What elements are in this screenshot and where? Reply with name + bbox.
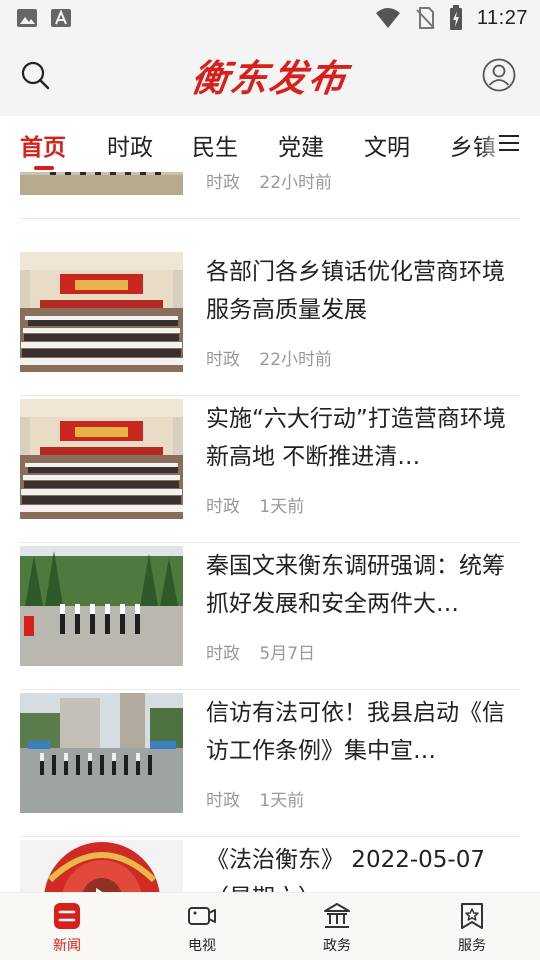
user-avatar-icon[interactable] <box>482 58 516 92</box>
category-tabs: 首页 时政 民生 党建 文明 乡镇 <box>0 116 540 172</box>
news-tag: 时政 <box>206 350 240 370</box>
news-tag: 时政 <box>206 497 240 517</box>
no-sim-icon <box>416 7 435 29</box>
news-title: 各部门各乡镇话优化营商环境 服务高质量发展 <box>206 259 505 323</box>
news-tag: 时政 <box>206 173 240 193</box>
outdoor-group-photo <box>20 546 183 666</box>
news-meta: 时政 5月7日 <box>206 639 315 664</box>
news-meta: 时政 22小时前 <box>206 345 332 370</box>
news-item[interactable]: 《法治衡东》 2022-05-07（星期六） <box>20 837 520 892</box>
status-right-icons: 11:27 <box>375 5 528 31</box>
meeting-hall-photo <box>20 399 183 519</box>
service-icon <box>461 903 483 929</box>
divider <box>20 218 520 219</box>
tab-livelihood[interactable]: 民生 <box>192 128 238 162</box>
nav-tv-label: 电视 <box>188 938 216 954</box>
news-time: 1天前 <box>259 497 305 517</box>
news-title: 秦国文来衡东调研强调：统筹抓好发展和安全两件大… <box>206 553 505 617</box>
brand-logo: 衡东发布 <box>183 49 357 101</box>
news-meta: 时政 1天前 <box>206 492 304 517</box>
nav-government-label: 政务 <box>323 938 351 954</box>
menu-icon[interactable] <box>498 134 520 152</box>
active-tab-indicator <box>34 166 54 170</box>
tab-party-building[interactable]: 党建 <box>278 128 324 162</box>
a-font-icon <box>51 9 71 27</box>
news-thumbnail <box>20 172 183 195</box>
nav-news[interactable]: 新闻 <box>27 901 107 955</box>
tab-home[interactable]: 首页 <box>20 128 66 162</box>
nav-service[interactable]: 服务 <box>432 901 512 955</box>
bottom-nav: 新闻 电视 政务 服务 <box>0 892 540 960</box>
tab-civilization[interactable]: 文明 <box>364 128 410 162</box>
news-time: 1天前 <box>259 791 305 811</box>
news-tag: 时政 <box>206 644 240 664</box>
news-thumbnail <box>20 546 183 666</box>
wifi-icon <box>375 8 400 28</box>
nav-tv[interactable]: 电视 <box>162 901 242 955</box>
news-time: 22小时前 <box>259 350 333 370</box>
video-emblem-photo <box>20 840 183 892</box>
news-item[interactable]: 各部门各乡镇话优化营商环境 服务高质量发展 时政 22小时前 <box>20 249 520 396</box>
tv-icon <box>188 907 216 925</box>
news-meta: 时政 22小时前 <box>206 172 332 193</box>
status-time: 11:27 <box>476 6 528 29</box>
news-tag: 时政 <box>206 791 240 811</box>
news-item[interactable]: 秦国文来衡东调研强调：统筹抓好发展和安全两件大… 时政 5月7日 <box>20 543 520 690</box>
outdoor-group-photo <box>20 172 183 195</box>
news-thumbnail <box>20 399 183 519</box>
news-title: 信访有法可依！我县启动《信访工作条例》集中宣… <box>206 700 505 764</box>
news-item[interactable]: 实施“六大行动”打造营商环境新高地 不断推进清… 时政 1天前 <box>20 396 520 543</box>
status-left-icons <box>16 8 72 28</box>
government-icon <box>324 903 350 928</box>
search-icon[interactable] <box>20 60 50 90</box>
news-list: 时政 22小时前 各部门各乡镇话优化营商环境 服务高质量发展 时政 22小时前 … <box>0 172 540 892</box>
news-thumbnail <box>20 693 183 813</box>
news-icon <box>54 903 80 929</box>
brand-title: 衡东发布 <box>188 56 351 100</box>
gallery-icon <box>17 9 37 27</box>
news-time: 22小时前 <box>259 173 333 193</box>
nav-service-label: 服务 <box>458 938 486 954</box>
outdoor-event-photo <box>20 693 183 813</box>
meeting-hall-photo <box>20 252 183 372</box>
battery-charging-icon <box>449 5 462 30</box>
news-title: 《法治衡东》 2022-05-07（星期六） <box>206 847 485 892</box>
nav-news-label: 新闻 <box>53 938 81 954</box>
news-title: 实施“六大行动”打造营商环境新高地 不断推进清… <box>206 406 506 470</box>
nav-government[interactable]: 政务 <box>297 901 377 955</box>
news-time: 5月7日 <box>259 644 316 664</box>
news-item[interactable]: 信访有法可依！我县启动《信访工作条例》集中宣… 时政 1天前 <box>20 690 520 837</box>
news-thumbnail <box>20 840 183 892</box>
news-thumbnail <box>20 252 183 372</box>
status-bar: 11:27 <box>0 0 540 38</box>
news-item[interactable]: 时政 22小时前 <box>20 172 520 219</box>
app-header: 衡东发布 <box>0 38 540 116</box>
news-meta: 时政 1天前 <box>206 786 304 811</box>
tab-politics[interactable]: 时政 <box>107 128 153 162</box>
